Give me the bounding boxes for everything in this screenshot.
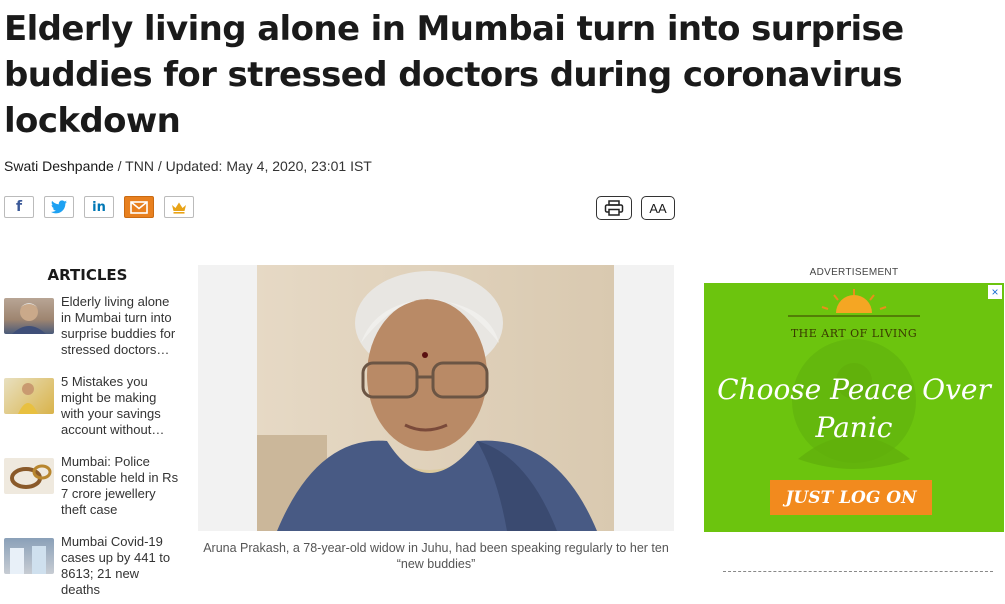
sidebar-article-title: Mumbai: Police constable held in Rs 7 cr… (61, 454, 179, 517)
sidebar-article-title: 5 Mistakes you might be making with your… (61, 374, 161, 437)
twitter-share-button[interactable] (44, 196, 74, 218)
crown-icon (172, 202, 186, 214)
ad-headline: Choose Peace Over Panic (717, 373, 991, 444)
sidebar-article[interactable]: Elderly living alone in Mumbai turn into… (4, 294, 184, 364)
ad-brand-name: THE ART OF LIVING (790, 327, 918, 340)
facebook-icon: f (15, 199, 23, 215)
twitter-icon (51, 200, 67, 214)
ad-close-icon[interactable]: × (988, 285, 1002, 299)
byline-meta: / TNN / Updated: May 4, 2020, 23:01 IST (113, 158, 372, 174)
advertisement-banner[interactable]: THE ART OF LIVING Choose Peace Over Pani… (704, 283, 1004, 532)
font-size-button[interactable]: AA (641, 196, 675, 220)
linkedin-icon: in (92, 199, 106, 215)
author-link[interactable]: Swati Deshpande (4, 158, 114, 174)
ad-label: ADVERTISEMENT (809, 267, 899, 278)
elderly-woman-photo (257, 265, 614, 531)
printer-icon (604, 200, 624, 216)
articles-heading: ARTICLES (47, 266, 128, 284)
article-thumbnail (4, 298, 54, 334)
photo-caption: Aruna Prakash, a 78-year-old widow in Ju… (203, 541, 669, 571)
ad-cta-button[interactable]: JUST LOG ON (770, 480, 932, 515)
envelope-icon (130, 200, 148, 214)
sidebar-article-title: Mumbai Covid-19 cases up by 441 to 8613;… (61, 534, 171, 597)
sidebar-article-title: Elderly living alone in Mumbai turn into… (61, 294, 176, 357)
sidebar-article[interactable]: Mumbai Covid-19 cases up by 441 to 8613;… (4, 534, 184, 604)
facebook-share-button[interactable]: f (4, 196, 34, 218)
sidebar-article[interactable]: Mumbai: Police constable held in Rs 7 cr… (4, 454, 184, 524)
linkedin-share-button[interactable]: in (84, 196, 114, 218)
article-thumbnail (4, 378, 54, 414)
email-share-button[interactable] (124, 196, 154, 218)
article-thumbnail (4, 458, 54, 494)
crown-button[interactable] (164, 196, 194, 218)
divider (723, 571, 993, 572)
article-photo (198, 265, 674, 531)
print-button[interactable] (596, 196, 632, 220)
article-thumbnail (4, 538, 54, 574)
sidebar-article[interactable]: 5 Mistakes you might be making with your… (4, 374, 184, 444)
byline: Swati Deshpande / TNN / Updated: May 4, … (4, 158, 372, 174)
article-headline: Elderly living alone in Mumbai turn into… (4, 9, 904, 141)
